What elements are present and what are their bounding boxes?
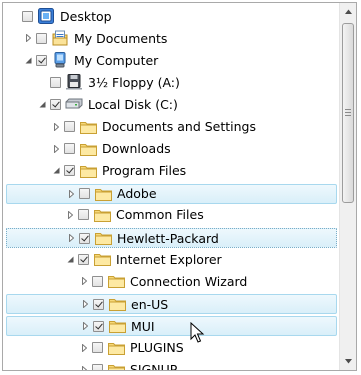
tree-row[interactable]: Connection Wizard [6, 272, 337, 292]
row-checkbox[interactable] [79, 232, 90, 244]
tree-body: Desktop My Documents My Computer 3½ Floppy … [3, 3, 340, 370]
tree-row-label: SIGNUP [130, 362, 178, 370]
tree-row[interactable]: Local Disk (C:) [6, 95, 337, 115]
tree-row-label: My Documents [74, 30, 168, 46]
row-checkbox[interactable] [92, 364, 103, 370]
tree-row[interactable]: Program Files [6, 162, 337, 182]
folder-icon [108, 296, 126, 312]
tree-row[interactable]: Adobe [6, 183, 337, 204]
collapse-arrow-icon[interactable] [50, 162, 62, 180]
collapse-arrow-icon[interactable] [64, 250, 76, 268]
tree-row[interactable]: SIGNUP [6, 361, 337, 370]
expand-arrow-icon[interactable] [79, 295, 91, 313]
folder-icon [107, 273, 125, 289]
tree-row-label: Local Disk (C:) [88, 96, 178, 112]
tree-row-label: My Computer [74, 52, 159, 68]
folder-icon [94, 230, 112, 246]
desktop-icon [37, 8, 55, 24]
tree-row[interactable]: Internet Explorer [6, 250, 337, 270]
expand-arrow-icon[interactable] [79, 317, 91, 335]
tree-row-label: Program Files [102, 163, 187, 179]
row-checkbox[interactable] [64, 165, 75, 177]
arrow-spacer [8, 7, 20, 25]
tree-row[interactable]: Desktop [6, 7, 337, 27]
folder-icon [107, 362, 125, 370]
tree-row-label: Downloads [102, 141, 171, 157]
folder-icon [79, 119, 97, 135]
expand-arrow-icon[interactable] [65, 185, 77, 203]
row-checkbox[interactable] [50, 98, 61, 110]
tree-row-label: Common Files [116, 207, 204, 223]
scroll-up-arrow-icon[interactable] [340, 3, 356, 20]
row-checkbox[interactable] [93, 320, 104, 332]
tree-row-label: Desktop [60, 8, 112, 24]
collapse-arrow-icon[interactable] [36, 95, 48, 113]
expand-arrow-icon[interactable] [50, 118, 62, 136]
expand-arrow-icon[interactable] [78, 339, 90, 357]
row-checkbox[interactable] [78, 253, 89, 265]
row-checkbox[interactable] [64, 121, 75, 132]
computer-icon [51, 52, 69, 68]
collapse-arrow-icon[interactable] [22, 51, 34, 69]
tree-row-label: Adobe [117, 186, 157, 202]
row-checkbox[interactable] [36, 54, 47, 66]
folder-icon [79, 163, 97, 179]
expand-arrow-icon[interactable] [78, 272, 90, 290]
expand-arrow-icon[interactable] [50, 140, 62, 158]
tree-row[interactable]: Hewlett-Packard [6, 228, 337, 248]
tree-row[interactable]: Common Files [6, 206, 337, 226]
tree-row[interactable]: My Computer [6, 51, 337, 71]
folder-icon [94, 186, 112, 202]
tree-row-label: PLUGINS [130, 340, 184, 355]
documents-icon [51, 30, 69, 46]
row-checkbox[interactable] [36, 32, 47, 44]
row-checkbox[interactable] [79, 188, 90, 200]
row-checkbox[interactable] [93, 298, 104, 310]
tree-row-label: 3½ Floppy (A:) [88, 74, 180, 90]
folder-icon [79, 141, 97, 157]
tree-row[interactable]: PLUGINS [6, 339, 337, 359]
tree-row-label: en-US [131, 296, 169, 312]
tree-row-label: Documents and Settings [102, 119, 257, 134]
row-checkbox[interactable] [92, 342, 103, 353]
folder-icon [93, 251, 111, 267]
mouse-pointer-icon [190, 322, 205, 343]
tree-row-label: Connection Wizard [130, 273, 248, 289]
expand-arrow-icon[interactable] [65, 229, 77, 247]
folder-tree-view[interactable]: Desktop My Documents My Computer 3½ Floppy … [2, 2, 357, 371]
tree-row[interactable]: Documents and Settings [6, 118, 337, 138]
row-checkbox[interactable] [50, 76, 61, 88]
scroll-down-arrow-icon[interactable] [340, 353, 356, 370]
folder-icon [107, 340, 125, 356]
floppy-icon [65, 74, 83, 90]
expand-arrow-icon[interactable] [64, 206, 76, 224]
tree-row[interactable]: Downloads [6, 140, 337, 160]
expand-arrow-icon[interactable] [22, 29, 34, 47]
expand-arrow-icon[interactable] [78, 361, 90, 370]
tree-row-label: Hewlett-Packard [117, 230, 219, 246]
tree-row-label: Internet Explorer [116, 251, 222, 267]
scrollbar-thumb[interactable] [342, 23, 354, 203]
tree-row-label: MUI [131, 318, 155, 334]
row-checkbox[interactable] [22, 10, 33, 22]
row-checkbox[interactable] [64, 143, 75, 155]
folder-icon [108, 318, 126, 334]
tree-row[interactable]: 3½ Floppy (A:) [6, 73, 337, 93]
arrow-spacer [36, 73, 48, 91]
tree-row[interactable]: en-US [6, 294, 337, 315]
tree-row[interactable]: MUI [6, 316, 337, 337]
row-checkbox[interactable] [92, 275, 103, 287]
row-checkbox[interactable] [78, 209, 89, 221]
folder-icon [93, 207, 111, 223]
disk-icon [65, 96, 83, 112]
tree-row[interactable]: My Documents [6, 29, 337, 49]
vertical-scrollbar[interactable] [339, 3, 356, 370]
